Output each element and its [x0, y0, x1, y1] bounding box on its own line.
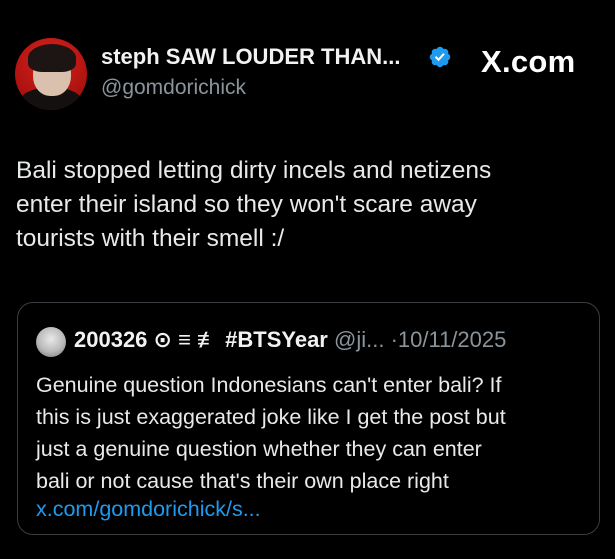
quoted-author-display-name: 200326 ⊙ ≡ ≢ #BTSYear: [74, 327, 328, 352]
quoted-tweet-card[interactable]: 200326 ⊙ ≡ ≢ #BTSYear @ji... ·10/11/2025…: [17, 302, 600, 535]
quoted-tweet-header: 200326 ⊙ ≡ ≢ #BTSYear @ji... ·10/11/2025: [74, 327, 506, 353]
quoted-tweet-body-text: Genuine question Indonesians can't enter…: [36, 373, 506, 493]
quoted-author-handle: @ji...: [333, 327, 385, 352]
author-handle[interactable]: @gomdorichick: [101, 76, 246, 100]
verified-badge-icon: [429, 46, 451, 68]
quoted-author-avatar: [36, 327, 66, 357]
x-brand-watermark: X.com: [481, 44, 576, 79]
tweet-body-text: Bali stopped letting dirty incels and ne…: [16, 157, 492, 252]
quoted-tweet-separator: ·: [390, 327, 398, 352]
avatar-figure-hair: [28, 44, 76, 72]
quoted-tweet-link[interactable]: x.com/gomdorichick/s...: [36, 497, 261, 522]
author-display-name[interactable]: steph SAW LOUDER THAN...: [101, 44, 400, 70]
quoted-tweet-date: 10/11/2025: [397, 327, 507, 352]
author-avatar[interactable]: [15, 38, 87, 110]
